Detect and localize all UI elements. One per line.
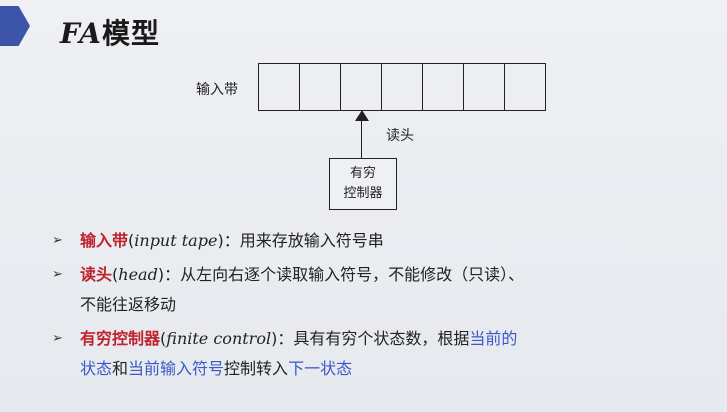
term-input-tape: 输入带: [80, 231, 129, 250]
head-label: 读头: [386, 128, 414, 144]
controller-line-2: 控制器: [343, 186, 383, 201]
bullet-input-tape: ➢ 输入带(input tape)：用来存放输入符号串: [52, 226, 712, 256]
bullet-list: ➢ 输入带(input tape)：用来存放输入符号串 ➢ 读头(head)：从…: [52, 226, 712, 384]
desc-finite-control: ：具有有穷个状态数，根据: [277, 329, 470, 348]
input-tape-diagram: [258, 63, 546, 111]
en-input-tape: input tape: [134, 231, 218, 250]
en-head: head: [118, 265, 158, 284]
slide-title: FA模型: [60, 12, 160, 52]
tape-cell: [464, 63, 505, 111]
desc-head: ：从左向右逐个读取输入符号，不能修改（只读）、: [164, 265, 525, 284]
bullet-arrow-icon: ➢: [52, 233, 63, 248]
blue-current-symbol: 当前输入符号: [128, 359, 225, 378]
term-head: 读头: [80, 265, 113, 284]
tape-cell: [300, 63, 341, 111]
desc-head-line2: 不能往返移动: [80, 295, 177, 314]
term-finite-control: 有穷控制器: [80, 329, 161, 348]
bullet-finite-control: ➢ 有穷控制器(finite control)：具有有穷个状态数，根据当前的 状…: [52, 324, 712, 384]
text-and: 和: [112, 359, 129, 378]
desc-input-tape: ：用来存放输入符号串: [223, 231, 384, 250]
tape-cell: [423, 63, 464, 111]
blue-current-1: 当前的: [469, 329, 518, 348]
bullet-arrow-icon: ➢: [52, 267, 63, 282]
controller-line-1: 有穷: [349, 166, 376, 181]
bullet-arrow-icon: ➢: [52, 331, 63, 346]
title-model: 模型: [101, 17, 160, 50]
title-fa: FA: [60, 17, 102, 50]
tape-cell: [341, 63, 382, 111]
blue-next-state: 下一状态: [288, 359, 353, 378]
bullet-head: ➢ 读头(head)：从左向右逐个读取输入符号，不能修改（只读）、 不能往返移动: [52, 260, 712, 320]
read-head-arrow-line: [361, 118, 362, 158]
tape-label: 输入带: [196, 82, 238, 98]
read-head-arrow-icon: [355, 110, 369, 121]
tape-cell: [382, 63, 423, 111]
text-control-transfer: 控制转入: [224, 359, 289, 378]
tape-cell: [505, 63, 546, 111]
blue-state: 状态: [80, 359, 113, 378]
finite-controller-box: 有穷 控制器: [329, 158, 397, 210]
tape-cell: [259, 63, 300, 111]
en-finite-control: finite control: [166, 329, 272, 348]
